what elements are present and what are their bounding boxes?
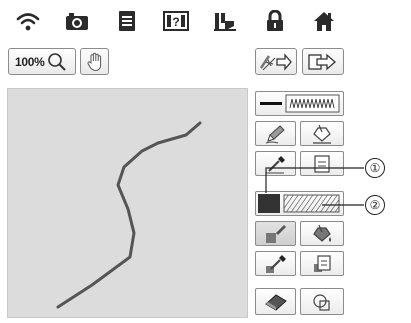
callout-1: ① <box>365 158 385 178</box>
callout-leaders <box>265 167 364 206</box>
callout-2: ② <box>365 195 385 215</box>
callout-2-label: ② <box>369 198 381 212</box>
callout-1-label: ① <box>369 161 381 175</box>
